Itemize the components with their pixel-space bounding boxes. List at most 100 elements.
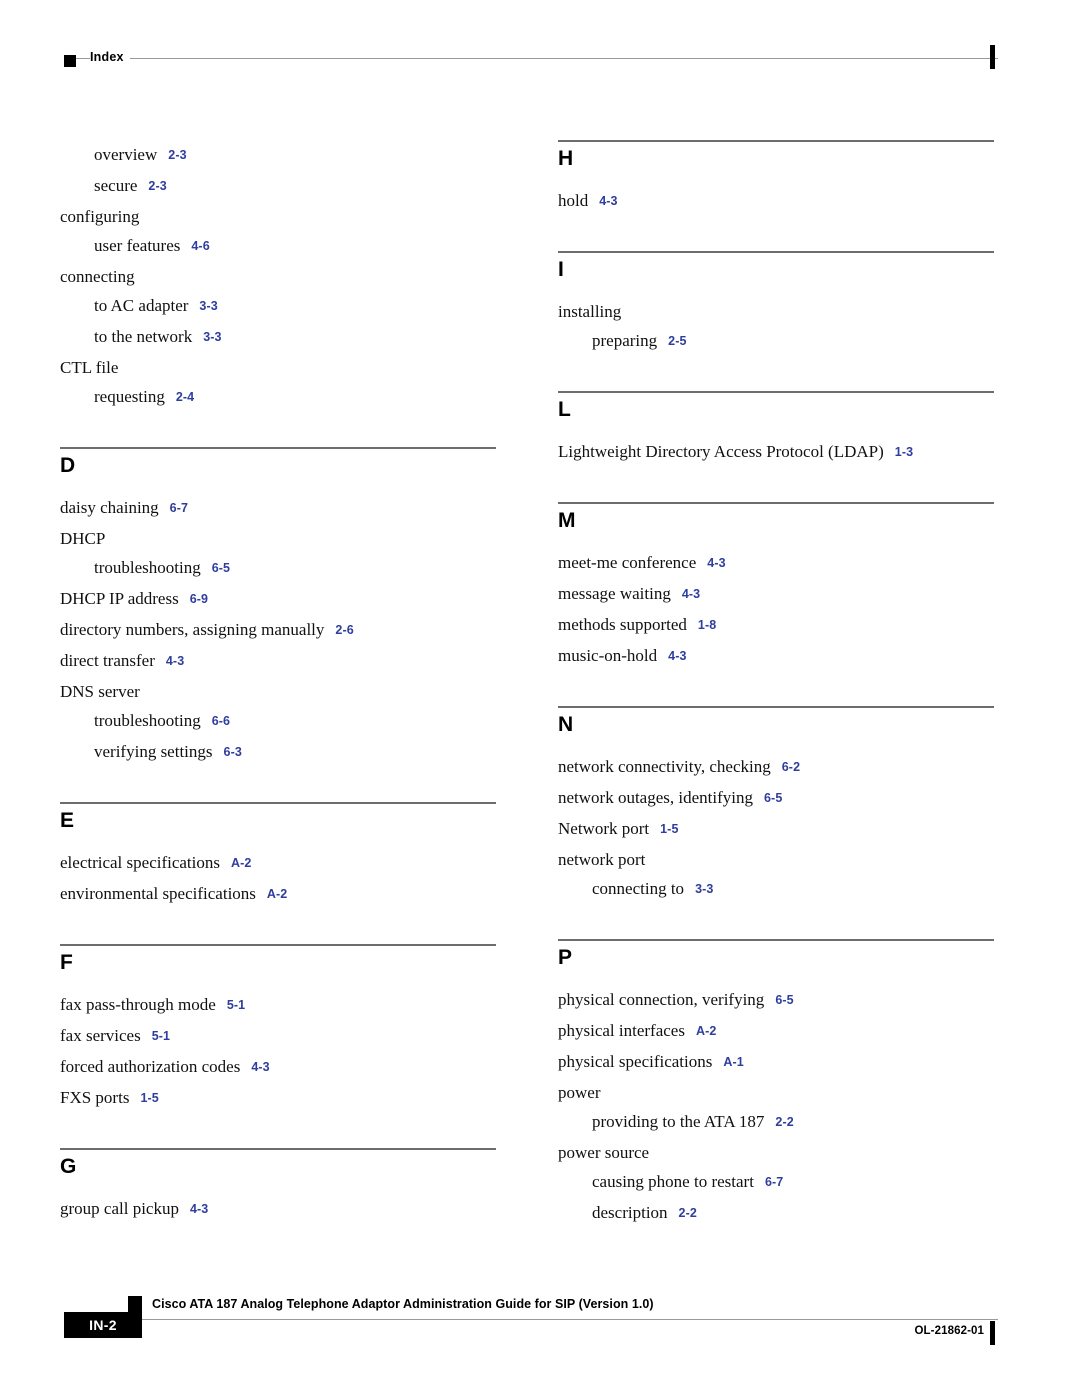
index-page-reference[interactable]: 4-3 — [190, 1202, 208, 1216]
index-page-reference[interactable]: 6-7 — [170, 501, 188, 515]
index-column-right: Hhold 4-3 Iinstalling preparing 2-5 L Lightwei… — [558, 140, 994, 1229]
index-page-reference[interactable]: 1-8 — [698, 618, 716, 632]
index-page-reference[interactable]: 5-1 — [227, 998, 245, 1012]
index-page-reference[interactable]: 4-6 — [191, 239, 209, 253]
index-entry: directory numbers, assigning manually 2-6 — [60, 615, 496, 646]
index-page-reference[interactable]: 4-3 — [599, 194, 617, 208]
section-divider-rule — [558, 502, 994, 504]
index-entry-list: group call pickup 4-3 — [60, 1194, 496, 1225]
index-entry: daisy chaining 6-7 — [60, 493, 496, 524]
index-entry: network outages, identifying 6-5 — [558, 783, 994, 814]
index-entry: physical interfaces A-2 — [558, 1016, 994, 1047]
index-page-reference[interactable]: 3-3 — [695, 882, 713, 896]
index-entry-term: DNS server — [60, 682, 140, 701]
index-entry-term: secure — [94, 176, 138, 195]
index-section-e: Eelectrical specifications A-2 environment… — [60, 802, 496, 910]
index-entry-term: environmental specifications — [60, 884, 256, 903]
index-page-reference[interactable]: 6-3 — [224, 745, 242, 759]
section-letter-heading: E — [60, 809, 75, 832]
index-page-reference[interactable]: 4-3 — [166, 654, 184, 668]
footer-document-title: Cisco ATA 187 Analog Telephone Adaptor A… — [152, 1297, 654, 1311]
index-page-reference[interactable]: 6-5 — [212, 561, 230, 575]
index-entry-term: user features — [94, 236, 181, 255]
index-page-reference[interactable]: 1-5 — [140, 1091, 158, 1105]
section-divider-rule — [558, 391, 994, 393]
page-number-label: IN-2 — [89, 1317, 117, 1333]
index-page-reference[interactable]: 2-6 — [335, 623, 353, 637]
index-page-reference[interactable]: 2-2 — [775, 1115, 793, 1129]
section-divider-rule — [60, 802, 496, 804]
index-page-reference[interactable]: A-2 — [267, 887, 287, 901]
index-entry: secure 2-3 — [60, 171, 496, 202]
index-page-reference[interactable]: 3-3 — [203, 330, 221, 344]
index-entry-term: CTL file — [60, 358, 119, 377]
index-entry-term: hold — [558, 191, 589, 210]
index-page-reference[interactable]: 6-2 — [782, 760, 800, 774]
header-edge-bar — [990, 45, 995, 69]
index-page-reference[interactable]: 6-5 — [764, 791, 782, 805]
index-page-reference[interactable]: 4-3 — [668, 649, 686, 663]
index-entry-term: methods supported — [558, 615, 687, 634]
index-entry: physical specifications A-1 — [558, 1047, 994, 1078]
index-entry: power — [558, 1078, 994, 1107]
index-entry: network connectivity, checking 6-2 — [558, 752, 994, 783]
index-entry-term: DHCP IP address — [60, 589, 179, 608]
document-number: OL-21862-01 — [914, 1325, 984, 1337]
index-page-reference[interactable]: 6-6 — [212, 714, 230, 728]
index-entry: direct transfer 4-3 — [60, 646, 496, 677]
index-page-reference[interactable]: 2-5 — [668, 334, 686, 348]
index-page-reference[interactable]: A-1 — [723, 1055, 743, 1069]
section-letter-heading: P — [558, 946, 573, 969]
index-section-m: Mmeet-me conference 4-3 message waiting 4-3… — [558, 502, 994, 672]
index-entry: music-on-hold 4-3 — [558, 641, 994, 672]
index-entry-term: connecting to — [592, 879, 685, 898]
index-page-reference[interactable]: 6-7 — [765, 1175, 783, 1189]
index-page-reference[interactable]: 4-3 — [707, 556, 725, 570]
index-page-reference[interactable]: 2-3 — [168, 148, 186, 162]
index-page-reference[interactable]: 2-2 — [679, 1206, 697, 1220]
index-page-reference[interactable]: 2-4 — [176, 390, 194, 404]
index-entry-term: troubleshooting — [94, 558, 201, 577]
index-entry: overview 2-3 — [60, 140, 496, 171]
index-page-reference[interactable]: 6-5 — [775, 993, 793, 1007]
index-page-reference[interactable]: 4-3 — [251, 1060, 269, 1074]
index-entry-list: network connectivity, checking 6-2 network… — [558, 752, 994, 905]
index-entry: verifying settings 6-3 — [60, 737, 496, 768]
footer-black-square-icon — [128, 1296, 142, 1313]
index-page-reference[interactable]: A-2 — [231, 856, 251, 870]
index-entry: message waiting 4-3 — [558, 579, 994, 610]
index-section-p: Pphysical connection, verifying 6-5 physic… — [558, 939, 994, 1229]
index-page-reference[interactable]: 1-3 — [895, 445, 913, 459]
index-entry-term: physical connection, verifying — [558, 990, 765, 1009]
header-rule — [64, 58, 998, 59]
section-letter-heading: G — [60, 1155, 77, 1178]
index-entry: installing — [558, 297, 994, 326]
index-page-reference[interactable]: 2-3 — [148, 179, 166, 193]
index-entry-list: meet-me conference 4-3 message waiting 4-3 m… — [558, 548, 994, 672]
index-entry: DHCP IP address 6-9 — [60, 584, 496, 615]
index-entry: Network port 1-5 — [558, 814, 994, 845]
section-divider-rule — [60, 944, 496, 946]
index-section-i: Iinstalling preparing 2-5 — [558, 251, 994, 357]
section-divider-rule — [558, 706, 994, 708]
page-header: Index — [64, 44, 998, 74]
index-entry-term: FXS ports — [60, 1088, 130, 1107]
index-entry: to AC adapter 3-3 — [60, 291, 496, 322]
index-page-reference[interactable]: 4-3 — [682, 587, 700, 601]
index-column-left: overview 2-3 secure 2-3 configuring user feat… — [60, 140, 496, 1225]
index-entry-term: network outages, identifying — [558, 788, 753, 807]
index-page-reference[interactable]: 6-9 — [190, 592, 208, 606]
index-page-reference[interactable]: 1-5 — [660, 822, 678, 836]
index-entry-term: causing phone to restart — [592, 1172, 754, 1191]
index-page-reference[interactable]: 5-1 — [152, 1029, 170, 1043]
index-entry: network port — [558, 845, 994, 874]
index-entry: providing to the ATA 187 2-2 — [558, 1107, 994, 1138]
index-page-reference[interactable]: 3-3 — [199, 299, 217, 313]
index-entry: DHCP — [60, 524, 496, 553]
index-page-reference[interactable]: A-2 — [696, 1024, 716, 1038]
black-square-icon — [64, 55, 76, 67]
section-letter-heading: N — [558, 713, 574, 736]
index-entry-list: hold 4-3 — [558, 186, 994, 217]
